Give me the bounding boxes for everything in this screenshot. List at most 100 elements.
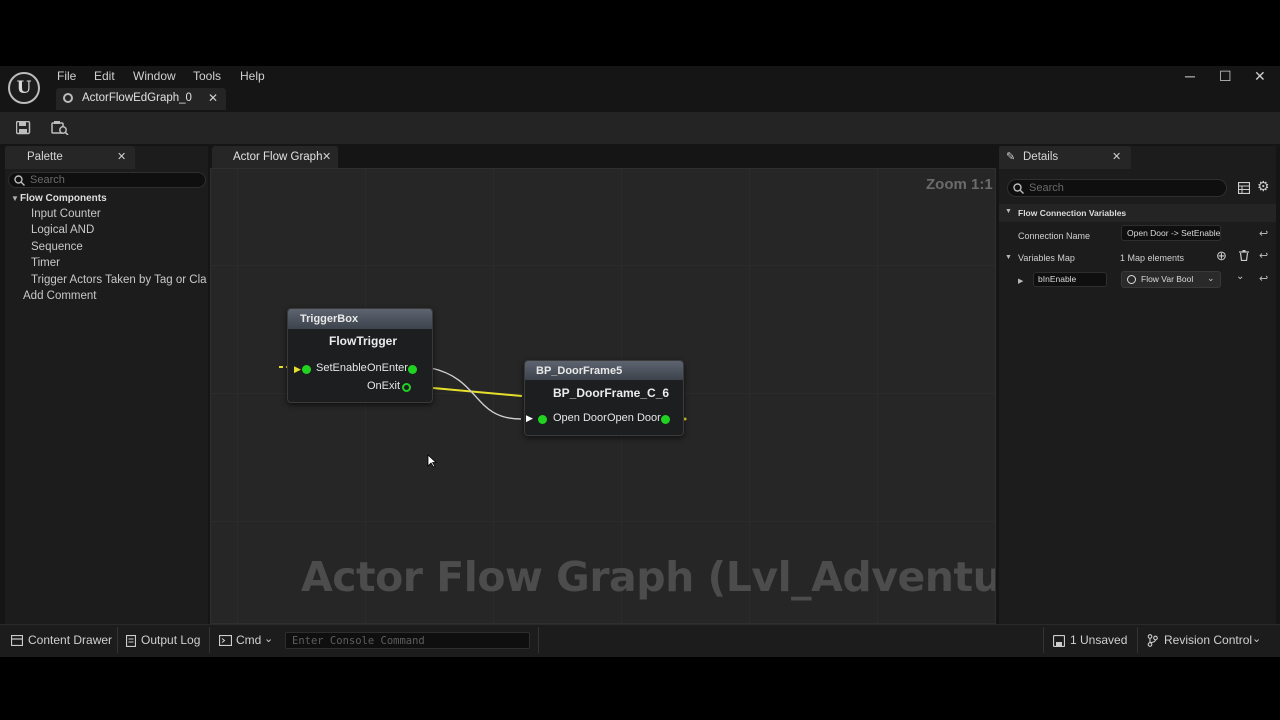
graph-tab[interactable]: Actor Flow Graph ✕ [212, 146, 338, 168]
reset-arrow-icon[interactable]: ↩ [1259, 227, 1268, 240]
connection-name-label: Connection Name [1018, 231, 1091, 241]
toolbar [0, 112, 1280, 144]
content-drawer-icon [11, 635, 23, 646]
palette-tab[interactable]: Palette ✕ [5, 146, 135, 169]
unreal-logo-icon[interactable]: U [8, 72, 40, 104]
palette-item-logical-and[interactable]: Logical AND [31, 224, 94, 236]
close-tab-icon[interactable]: ✕ [322, 150, 331, 163]
map-key-field[interactable]: bInEnable [1033, 272, 1107, 287]
browse-asset-icon[interactable] [51, 120, 69, 135]
input-pin-label: Open Door [553, 412, 607, 424]
node-header: TriggerBox [288, 309, 432, 329]
details-tab-label: Details [1023, 151, 1059, 163]
divider [538, 627, 539, 653]
flow-var-icon [1127, 275, 1136, 284]
input-pin[interactable] [538, 415, 547, 424]
section-title: Flow Connection Variables [1018, 208, 1127, 218]
status-bar: Content Drawer Output Log Cmd ⌄ Enter Co… [0, 624, 1280, 657]
close-tab-icon[interactable]: ✕ [208, 91, 218, 105]
settings-gear-icon[interactable]: ⚙ [1257, 178, 1270, 195]
console-placeholder: Enter Console Command [292, 635, 425, 647]
menu-edit[interactable]: Edit [94, 69, 115, 83]
cmd-label: Cmd [236, 633, 262, 647]
connection-name-field[interactable]: Open Door -> SetEnable [1121, 225, 1221, 241]
output-pin-label: OnExit [367, 380, 401, 392]
palette-category[interactable]: Flow Components [20, 193, 107, 204]
expand-arrow-icon[interactable]: ▼ [1005, 254, 1012, 261]
menu-window[interactable]: Window [133, 69, 176, 83]
branch-icon [1147, 634, 1158, 647]
reset-arrow-icon[interactable]: ↩ [1259, 272, 1268, 285]
input-pin[interactable] [302, 365, 311, 374]
palette-tab-label: Palette [27, 151, 63, 163]
reset-arrow-icon[interactable]: ↩ [1259, 249, 1268, 262]
output-log-label: Output Log [141, 633, 201, 647]
close-tab-icon[interactable]: ✕ [117, 150, 126, 163]
title-bar: U File Edit Window Tools Help ActorFlowE… [0, 66, 1280, 112]
chevron-down-icon[interactable]: ⌄ [1236, 271, 1244, 282]
map-key-value: bInEnable [1038, 274, 1077, 284]
details-tab[interactable]: ✎ Details ✕ [999, 146, 1131, 169]
cmd-selector[interactable]: Cmd ⌄ [219, 633, 277, 649]
node-title: FlowTrigger [329, 334, 398, 348]
minimize-icon[interactable]: ─ [1185, 68, 1195, 84]
graph-tab-label: Actor Flow Graph [233, 151, 323, 163]
revision-control-button[interactable]: Revision Control ⌄ [1147, 633, 1267, 649]
exec-arrow-icon: ▶ [526, 413, 533, 423]
input-pin-label: SetEnable [316, 362, 367, 374]
connection-name-value: Open Door -> SetEnable [1127, 228, 1221, 238]
unsaved-label: 1 Unsaved [1070, 633, 1128, 647]
menu-help[interactable]: Help [240, 69, 265, 83]
divider [209, 627, 210, 653]
exec-arrow-icon: ▶ [294, 364, 301, 374]
trash-icon[interactable] [1239, 250, 1249, 261]
output-pin[interactable] [661, 415, 670, 424]
map-value-dropdown[interactable]: Flow Var Bool ⌄ [1121, 271, 1221, 288]
document-tab-label: ActorFlowEdGraph_0 [82, 92, 192, 104]
section-header[interactable]: ▼ Flow Connection Variables [999, 204, 1276, 222]
graph-canvas[interactable]: Zoom 1:1 Actor Flow Graph (Lvl_Adventure… [210, 168, 996, 624]
output-pin-label: OnEnter [367, 362, 408, 374]
add-element-icon[interactable]: ⊕ [1216, 248, 1227, 264]
wire-onenter-open-door [430, 367, 522, 420]
close-tab-icon[interactable]: ✕ [1112, 150, 1121, 163]
output-pin-onexit[interactable] [402, 383, 411, 392]
save-icon[interactable] [16, 121, 31, 135]
revision-control-label: Revision Control [1164, 633, 1253, 647]
node-header-label: BP_DoorFrame5 [536, 365, 623, 377]
close-window-icon[interactable]: ✕ [1254, 68, 1266, 85]
output-pin-label: Open Door [607, 412, 661, 424]
door-frame-node[interactable]: BP_DoorFrame5 BP_DoorFrame_C_6 ▶ Open Do… [524, 360, 684, 436]
map-value-label: Flow Var Bool [1141, 274, 1194, 284]
variables-map-label: Variables Map [1018, 253, 1075, 263]
palette-add-comment[interactable]: Add Comment [23, 290, 97, 302]
palette-item-sequence[interactable]: Sequence [31, 241, 83, 253]
maximize-icon[interactable]: ☐ [1219, 68, 1232, 85]
pencil-icon: ✎ [1006, 151, 1016, 163]
table-view-icon[interactable] [1238, 182, 1250, 194]
chevron-down-icon: ⌄ [1207, 273, 1215, 283]
search-placeholder: Search [1029, 182, 1064, 194]
palette-item-trigger-actors[interactable]: Trigger Actors Taken by Tag or Cla [31, 274, 207, 286]
palette-search-input[interactable]: Search [8, 172, 206, 188]
search-icon [14, 175, 25, 186]
content-drawer-label: Content Drawer [28, 633, 113, 647]
divider [117, 627, 118, 653]
expand-arrow-icon[interactable]: ▼ [11, 194, 19, 203]
flow-trigger-node[interactable]: TriggerBox FlowTrigger ▶ SetEnable OnEnt… [287, 308, 433, 403]
node-title: BP_DoorFrame_C_6 [553, 386, 670, 400]
document-tab[interactable]: ActorFlowEdGraph_0 ✕ [56, 88, 226, 110]
search-icon [1013, 183, 1024, 194]
palette-item-timer[interactable]: Timer [31, 257, 60, 269]
palette-item-input-counter[interactable]: Input Counter [31, 208, 101, 220]
expand-arrow-icon: ▼ [1005, 208, 1012, 215]
menu-file[interactable]: File [57, 69, 76, 83]
console-icon [219, 635, 232, 646]
mouse-cursor-icon [427, 454, 437, 468]
menu-tools[interactable]: Tools [193, 69, 221, 83]
output-log-icon [126, 635, 136, 647]
output-pin-onenter[interactable] [408, 365, 417, 374]
details-search-input[interactable]: Search [1007, 179, 1227, 197]
console-command-input[interactable]: Enter Console Command [285, 632, 530, 649]
expand-arrow-icon[interactable]: ▶ [1018, 277, 1023, 285]
